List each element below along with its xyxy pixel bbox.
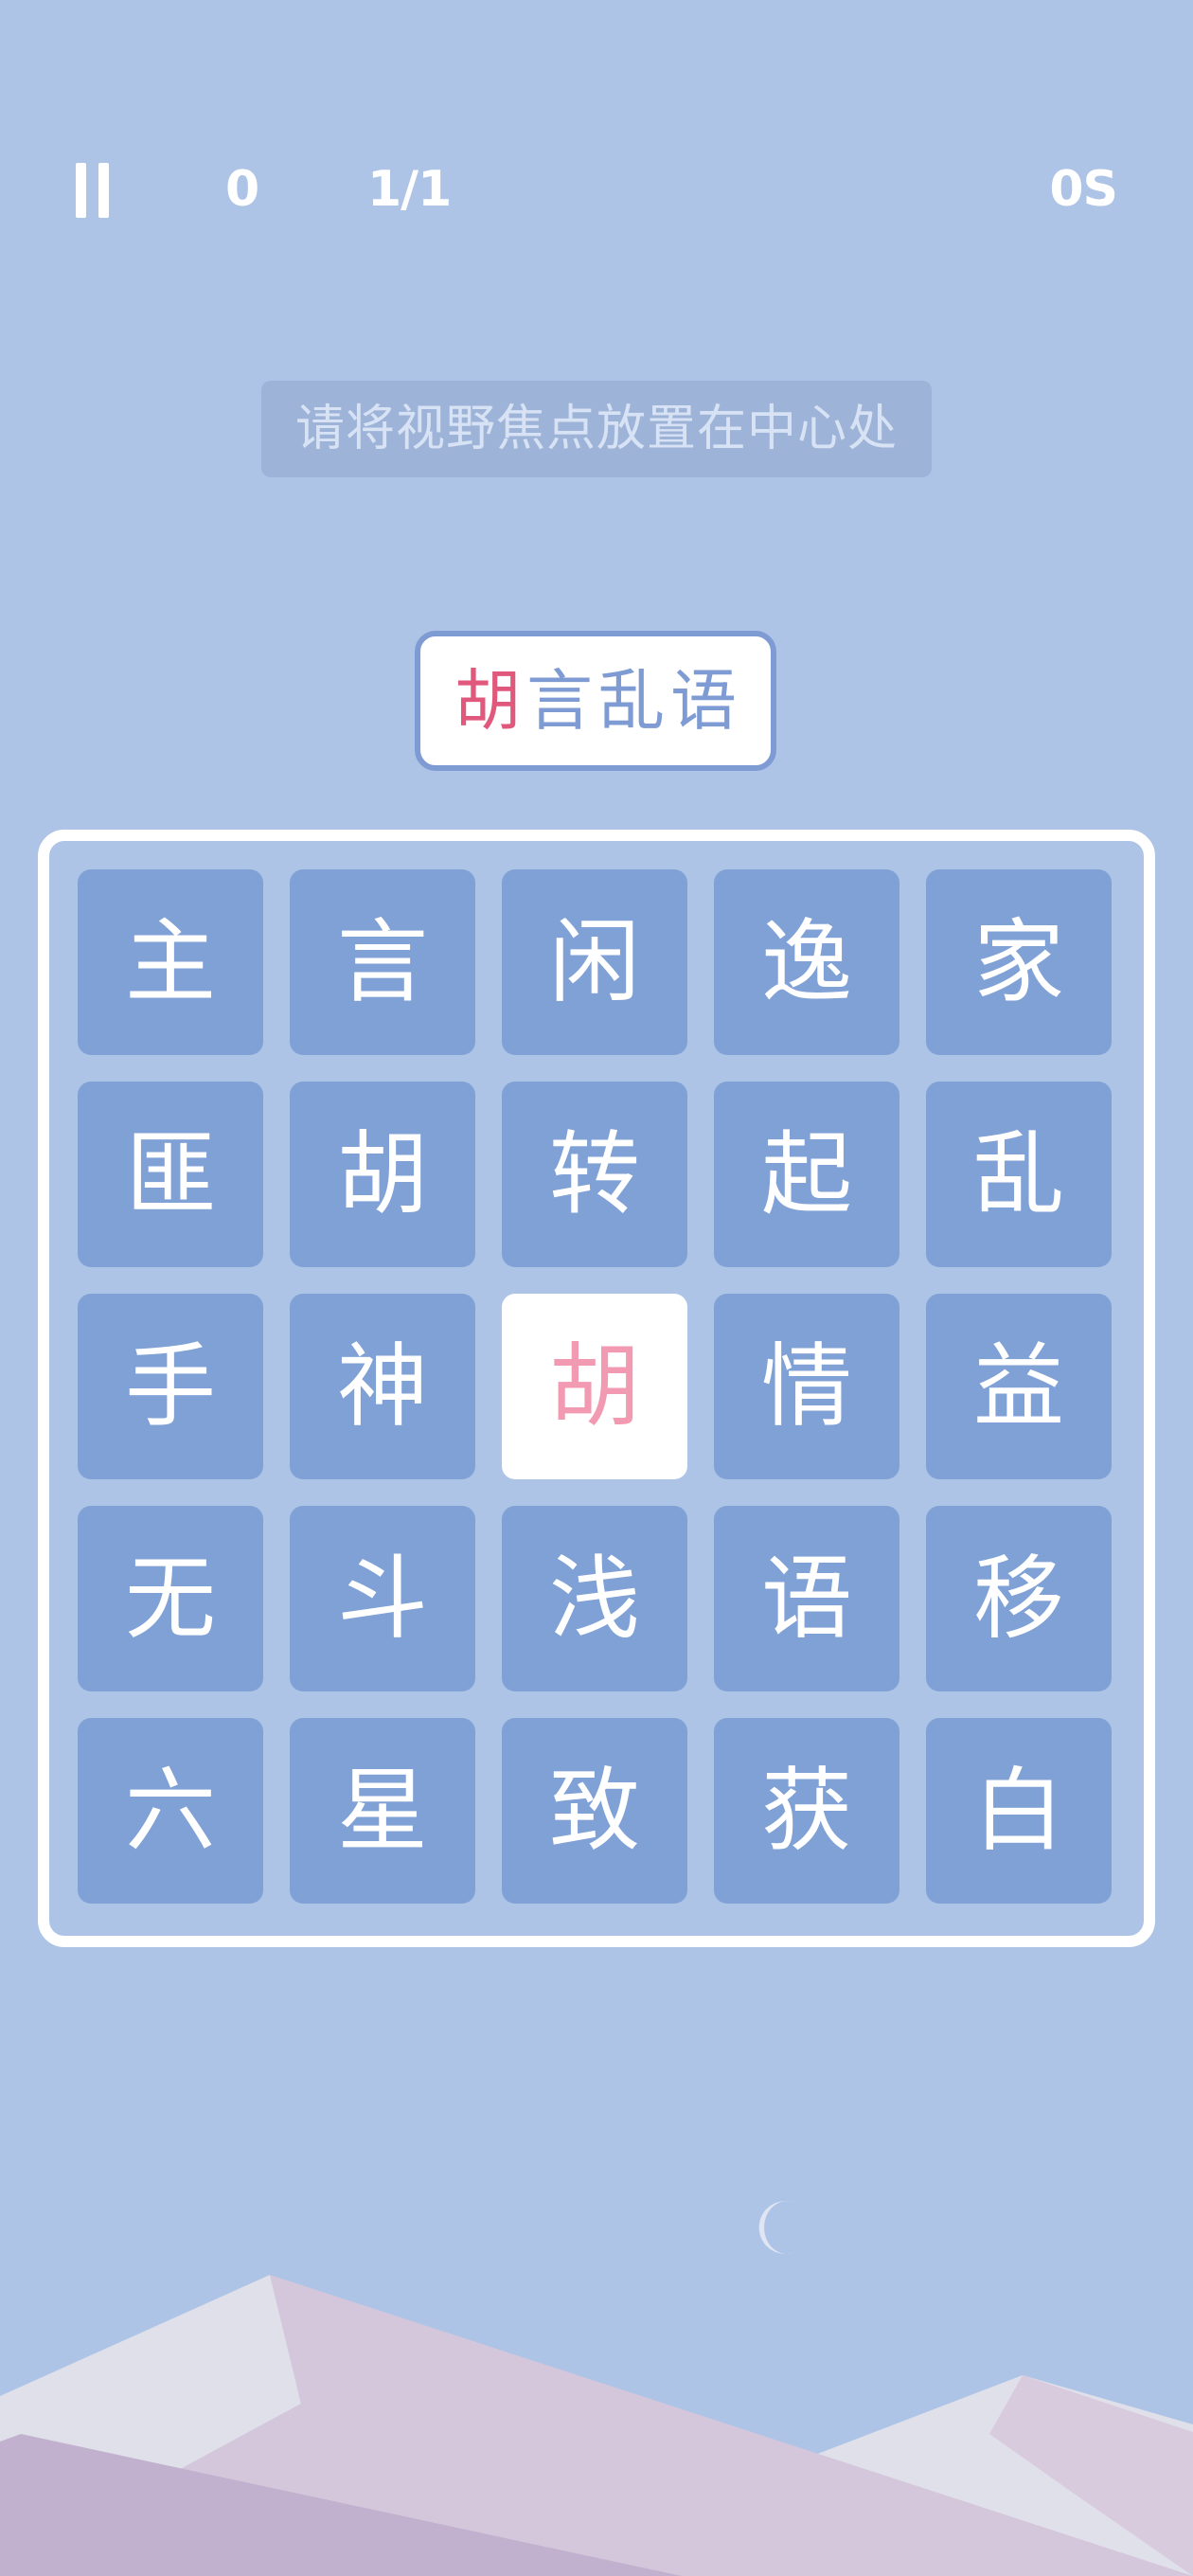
- moon-icon: [758, 2201, 795, 2254]
- level-progress: 1/1: [367, 161, 452, 218]
- target-idiom-card: 胡言乱语: [415, 631, 776, 771]
- grid-tile[interactable]: 乱: [926, 1082, 1112, 1267]
- character-grid: 主言闲逸家匪胡转起乱手神胡情益无斗浅语移六星致获白: [38, 830, 1155, 1947]
- grid-tile[interactable]: 胡: [290, 1082, 475, 1267]
- grid-tile[interactable]: 情: [714, 1294, 899, 1479]
- focus-hint: 请将视野焦点放置在中心处: [261, 381, 932, 477]
- grid-tile[interactable]: 逸: [714, 869, 899, 1055]
- timer-value: 0S: [1049, 161, 1118, 218]
- grid-tile[interactable]: 获: [714, 1718, 899, 1904]
- top-bar: 0 1/1 0S: [0, 142, 1193, 237]
- grid-tile[interactable]: 家: [926, 869, 1112, 1055]
- pause-icon-bar-right: [98, 163, 109, 218]
- score-value: 0: [225, 161, 259, 218]
- grid-tile[interactable]: 斗: [290, 1506, 475, 1691]
- grid-tile[interactable]: 胡: [502, 1294, 687, 1479]
- grid-tile[interactable]: 手: [78, 1294, 263, 1479]
- grid-tile[interactable]: 移: [926, 1506, 1112, 1691]
- grid-tile[interactable]: 无: [78, 1506, 263, 1691]
- grid-tile[interactable]: 神: [290, 1294, 475, 1479]
- grid-tile[interactable]: 语: [714, 1506, 899, 1691]
- pause-button[interactable]: [74, 163, 114, 218]
- grid-tile[interactable]: 致: [502, 1718, 687, 1904]
- grid-tile[interactable]: 转: [502, 1082, 687, 1267]
- pause-icon-bar-left: [76, 163, 86, 218]
- target-char: 乱: [598, 662, 665, 740]
- grid-tile[interactable]: 白: [926, 1718, 1112, 1904]
- grid-tile[interactable]: 益: [926, 1294, 1112, 1479]
- grid-tile[interactable]: 星: [290, 1718, 475, 1904]
- target-char: 语: [670, 662, 737, 740]
- grid-tile[interactable]: 六: [78, 1718, 263, 1904]
- target-char: 言: [526, 662, 593, 740]
- grid-tile[interactable]: 匪: [78, 1082, 263, 1267]
- grid-tile[interactable]: 主: [78, 869, 263, 1055]
- grid-tile[interactable]: 起: [714, 1082, 899, 1267]
- mountain-background: [0, 2275, 1193, 2576]
- grid-tile[interactable]: 闲: [502, 869, 687, 1055]
- target-char: 胡: [454, 662, 521, 740]
- grid-tile[interactable]: 言: [290, 869, 475, 1055]
- target-idiom-chars: 胡言乱语: [454, 663, 737, 739]
- grid-tile[interactable]: 浅: [502, 1506, 687, 1691]
